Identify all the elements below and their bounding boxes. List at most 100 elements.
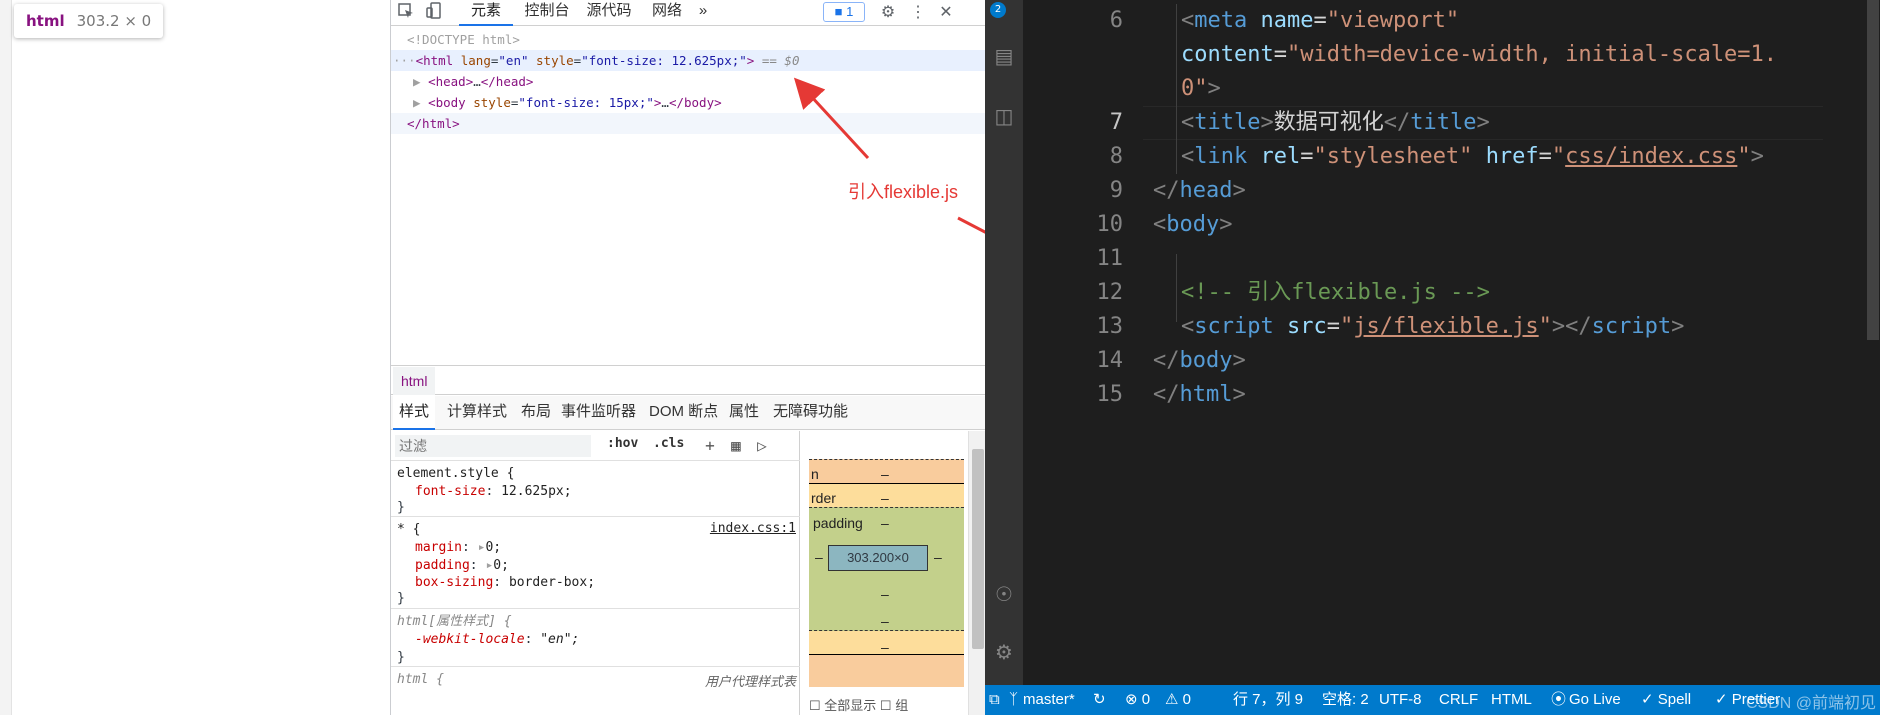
errors-count[interactable]: ⊗ 0 [1125,685,1150,715]
code-line-6-wrap2: 0"> [1181,76,1221,101]
subtab-styles[interactable]: 样式 [393,396,436,430]
inspect-element-icon[interactable] [395,2,417,24]
styles-filter-input[interactable] [395,435,591,457]
remote-icon[interactable]: ⧉ [989,685,1000,715]
more-tabs-button[interactable]: » [693,0,713,26]
tab-console[interactable]: 控制台 [519,0,575,26]
group-label: 组 [895,698,909,713]
encoding[interactable]: UTF-8 [1379,685,1422,715]
subtab-dom-breakpoints[interactable]: DOM 断点 [643,396,724,430]
line-number: 9 [1109,178,1123,203]
account-icon[interactable]: ☉ [992,582,1016,606]
tooltip-tag: html [26,12,65,30]
manage-gear-icon[interactable]: ⚙ [992,640,1016,664]
show-all-row[interactable]: ☐ 全部显示 ☐ 组 [809,695,967,714]
show-all-checkbox-icon[interactable]: ☐ [809,698,821,713]
git-branch[interactable]: master* [1023,685,1075,715]
line-number: 10 [1096,212,1124,237]
border-label: rder [811,490,836,506]
rule-property[interactable]: margin: ▸0; [415,539,501,557]
more-options-icon[interactable]: ⋮ [907,2,929,24]
sync-icon[interactable]: ↻ [1093,685,1106,715]
subtab-layout[interactable]: 布局 [515,396,557,430]
scrollbar-thumb[interactable] [972,449,984,649]
class-toggle-button[interactable]: .cls [653,436,684,451]
new-style-rule-button[interactable]: + [699,435,721,457]
rule-property[interactable]: box-sizing: border-box; [415,574,595,592]
code-line-9: </head> [1153,178,1246,203]
rule-selector: element.style { [397,466,515,481]
devtools-panel: 元素 控制台 源代码 网络 » ■ 1 ⚙ ⋮ ✕ <!DOCTYPE html… [390,0,986,715]
margin-label: n [811,466,819,482]
group-checkbox-icon[interactable]: ☐ [880,698,892,713]
line-number: 14 [1096,348,1124,373]
tab-elements[interactable]: 元素 [459,0,513,26]
go-live-icon[interactable]: ⦿ [1551,685,1566,715]
padding-label: padding [813,515,863,531]
status-bar: ⧉ ᛉ master* ↻ ⊗ 0 ⚠ 0 行 7，列 9 空格: 2 UTF-… [985,685,1880,715]
code-line-14: </body> [1153,348,1246,373]
code-line-12: <!-- 引入flexible.js --> [1181,280,1490,305]
notification-badge[interactable]: 2 [990,2,1006,18]
border-bottom-value: – [881,613,889,629]
css-file-link[interactable]: css/index.css [1565,144,1737,169]
warnings-count[interactable]: ⚠ 0 [1165,685,1191,715]
close-devtools-icon[interactable]: ✕ [935,2,957,24]
style-rule-html-attr: html[属性样式] { -webkit-locale: "en"; } [391,609,800,667]
issues-badge[interactable]: ■ 1 [823,2,865,22]
breadcrumb-html[interactable]: html [393,367,436,395]
dom-head-node[interactable]: ▶ <head>…</head> [391,71,986,92]
line-endings[interactable]: CRLF [1439,685,1478,715]
source-link[interactable]: index.css:1 [710,521,796,536]
line-number: 6 [1109,8,1123,33]
rule-selector: html { [397,672,444,687]
dom-html-close[interactable]: </html> [391,113,986,134]
branch-icon: ᛉ [1009,691,1019,708]
tab-network[interactable]: 网络 [645,0,689,26]
settings-gear-icon[interactable]: ⚙ [877,2,899,24]
language-mode[interactable]: HTML [1491,685,1532,715]
breadcrumb: html [391,365,986,395]
subtab-properties[interactable]: 属性 [723,396,765,430]
dom-html-node[interactable]: ···<html lang="en" style="font-size: 12.… [391,50,986,71]
extensions-icon[interactable]: ◫ [992,104,1016,128]
rule-property[interactable]: font-size: 12.625px; [415,483,572,501]
style-rule-element: element.style { font-size: 12.625px; } [391,461,800,517]
tab-sources[interactable]: 源代码 [581,0,637,26]
scrollbar-thumb[interactable] [1867,0,1879,340]
go-live-button[interactable]: Go Live [1569,685,1621,715]
code-line-7: <title>数据可视化</title> [1181,110,1490,135]
dom-body-node[interactable]: ▶ <body style="font-size: 15px;">…</body… [391,92,986,113]
user-agent-label: 用户代理样式表 [704,674,796,689]
devtools-toolbar: 元素 控制台 源代码 网络 » ■ 1 ⚙ ⋮ ✕ [391,0,986,26]
device-toolbar-icon[interactable] [423,2,445,24]
subtab-event-listeners[interactable]: 事件监听器 [555,396,642,430]
explorer-icon[interactable]: ▤ [992,44,1016,68]
line-number: 13 [1096,314,1124,339]
subtab-accessibility[interactable]: 无障碍功能 [767,396,854,430]
dom-doctype[interactable]: <!DOCTYPE html> [391,29,986,50]
inspect-tooltip: html 303.2 × 0 [14,4,164,38]
cursor-position[interactable]: 行 7，列 9 [1233,685,1303,715]
rule-property[interactable]: padding: ▸0; [415,557,509,575]
js-file-link[interactable]: js/flexible.js [1353,314,1538,339]
paint-brush-icon[interactable]: ▦ [725,435,747,457]
line-number: 15 [1096,382,1124,407]
styles-scrollbar[interactable] [968,431,986,715]
code-editor[interactable]: 6 7 8 9 10 11 12 13 14 15 <meta name="vi… [1023,0,1880,685]
editor-scrollbar[interactable] [1865,0,1880,685]
subtab-computed[interactable]: 计算样式 [441,396,513,430]
code-line-10: <body> [1153,212,1233,237]
code-line-13: <script src="js/flexible.js"></script> [1181,314,1685,339]
padding-right-value: – [934,549,942,565]
spell-check[interactable]: ✓ Spell [1641,685,1691,715]
hover-state-button[interactable]: :hov [607,436,638,451]
code-line-6-wrap: content="width=device-width, initial-sca… [1181,42,1778,67]
indentation[interactable]: 空格: 2 [1322,685,1369,715]
box-model-content: 303.200×0 [828,545,928,571]
toggle-sidebar-icon[interactable]: ▷ [751,435,773,457]
padding-bottom-value: – [881,586,889,602]
line-number: 8 [1109,144,1123,169]
rule-selector: html[属性样式] { [397,614,512,629]
code-line-15: </html> [1153,382,1246,407]
